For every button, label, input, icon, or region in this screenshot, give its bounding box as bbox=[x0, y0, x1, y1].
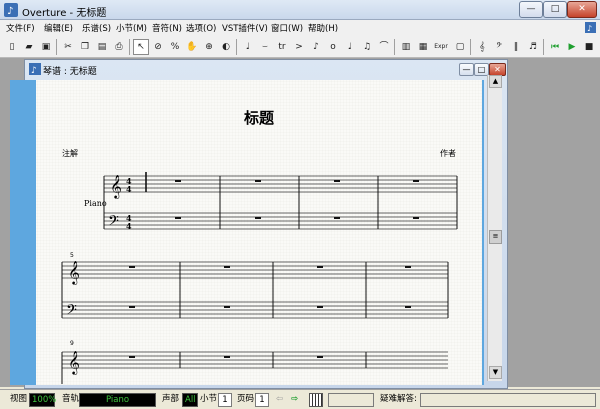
scroll-down-arrow-icon[interactable]: ▼ bbox=[489, 366, 502, 379]
measure-label: 小节 bbox=[200, 394, 218, 404]
system-3: 𝄞 bbox=[61, 350, 448, 384]
next-page-arrow-icon[interactable]: ⇨ bbox=[291, 393, 298, 407]
prev-page-arrow-icon[interactable]: ⇦ bbox=[276, 393, 283, 407]
system-1: 𝄞 𝄢 4 4 4 4 bbox=[103, 172, 458, 233]
treble-clef: 𝄞 bbox=[68, 350, 80, 375]
track-select[interactable]: Piano bbox=[79, 393, 156, 407]
time-sig-bottom: 4 bbox=[126, 184, 132, 194]
zoom-select[interactable]: 100% bbox=[29, 393, 56, 407]
page-label: 页码 bbox=[237, 394, 255, 404]
system-2: 𝄞 𝄢 bbox=[61, 260, 449, 322]
notes-label[interactable]: 注解 bbox=[62, 148, 78, 159]
scroll-up-arrow-icon[interactable]: ▲ bbox=[489, 75, 502, 88]
measure-field[interactable]: 1 bbox=[218, 393, 232, 407]
view-label: 视图 bbox=[10, 394, 28, 404]
score-title[interactable]: 标题 bbox=[244, 107, 274, 128]
status-empty-panel bbox=[328, 393, 374, 407]
instrument-label: Piano bbox=[84, 199, 107, 208]
scroll-thumb[interactable]: ≡ bbox=[489, 230, 502, 244]
track-label: 音轨 bbox=[62, 394, 80, 404]
voice-label: 声部 bbox=[162, 394, 180, 404]
page-field[interactable]: 1 bbox=[255, 393, 269, 407]
vertical-scrollbar[interactable]: ▲ ≡ ▼ bbox=[487, 75, 502, 381]
help-label: 疑难解答: bbox=[380, 394, 417, 404]
status-bar: 视图 100% 音轨 Piano 声部 All 小节 1 页码 1 ⇦ ⇨ 疑难… bbox=[0, 389, 600, 409]
treble-clef: 𝄞 bbox=[68, 260, 80, 285]
time-sig-bottom-bass: 4 bbox=[126, 221, 132, 231]
treble-clef: 𝄞 bbox=[110, 174, 122, 199]
voice-select[interactable]: All bbox=[182, 393, 198, 407]
measure-number: 9 bbox=[70, 340, 74, 347]
bass-clef: 𝄢 bbox=[108, 213, 119, 233]
bass-clef: 𝄢 bbox=[66, 302, 77, 322]
help-panel bbox=[420, 393, 596, 407]
composer-label[interactable]: 作者 bbox=[440, 148, 456, 159]
measure-number: 5 bbox=[70, 252, 74, 259]
keyboard-icon[interactable] bbox=[309, 393, 323, 407]
